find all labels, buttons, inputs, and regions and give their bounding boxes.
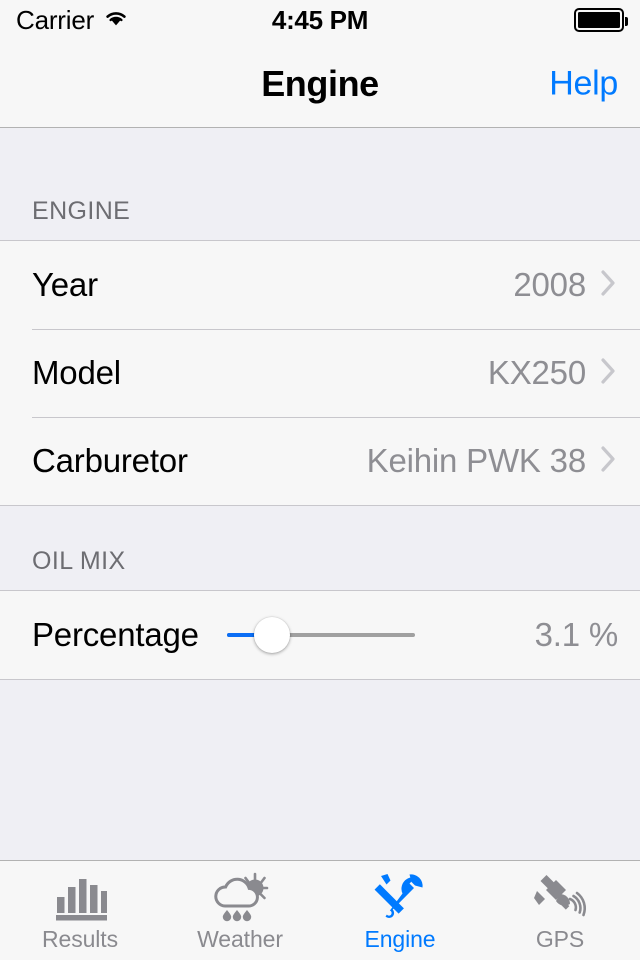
row-year[interactable]: Year 2008	[0, 241, 640, 329]
chevron-right-icon	[600, 356, 618, 391]
page-title: Engine	[261, 62, 379, 104]
status-bar-left: Carrier	[16, 5, 129, 36]
row-label: Model	[32, 354, 121, 391]
row-value: KX250	[487, 354, 586, 391]
tab-bar: Results Weather Engine GPS	[0, 860, 640, 960]
oil-mix-table-group: Percentage 3.1 %	[0, 590, 640, 680]
row-carburetor[interactable]: Carburetor Keihin PWK 38	[0, 417, 640, 505]
row-model[interactable]: Model KX250	[0, 329, 640, 417]
wrench-screwdriver-icon	[373, 870, 427, 926]
carrier-label: Carrier	[16, 4, 95, 35]
app-screen: Carrier 4:45 PM Engine Help ENGINE Year …	[0, 0, 640, 960]
row-accessory-group: 2008	[513, 266, 618, 304]
battery-full-icon	[574, 8, 628, 32]
row-value: 2008	[513, 266, 586, 303]
navigation-bar: Engine Help	[0, 40, 640, 128]
satellite-icon	[532, 870, 588, 926]
bar-chart-icon	[52, 870, 108, 926]
row-label: Carburetor	[32, 442, 188, 479]
percentage-value: 3.1 %	[534, 616, 619, 653]
chevron-right-icon	[600, 268, 618, 303]
row-accessory-group: Keihin PWK 38	[367, 442, 618, 480]
row-label: Percentage	[32, 616, 199, 653]
tab-weather[interactable]: Weather	[160, 861, 320, 960]
tab-label: Weather	[197, 926, 283, 952]
section-header-engine: ENGINE	[0, 128, 640, 240]
section-header-oil-mix: OIL MIX	[0, 506, 640, 590]
tab-engine[interactable]: Engine	[320, 861, 480, 960]
percentage-slider[interactable]	[226, 615, 415, 655]
cloud-sun-rain-icon	[211, 870, 269, 926]
tab-gps[interactable]: GPS	[480, 861, 640, 960]
wifi-icon	[103, 8, 129, 33]
chevron-right-icon	[600, 444, 618, 479]
slider-thumb[interactable]	[253, 617, 290, 653]
row-percentage: Percentage 3.1 %	[0, 591, 640, 679]
status-bar-right	[574, 8, 628, 32]
status-bar: Carrier 4:45 PM	[0, 0, 640, 40]
row-label: Year	[32, 266, 98, 303]
tab-results[interactable]: Results	[0, 861, 160, 960]
row-value: Keihin PWK 38	[366, 442, 587, 479]
engine-table-group: Year 2008 Model KX250 Carburetor Keihin …	[0, 240, 640, 506]
row-accessory-group: KX250	[488, 354, 618, 392]
tab-label: Results	[42, 926, 118, 952]
tab-label: GPS	[535, 926, 585, 952]
help-button[interactable]: Help	[549, 64, 618, 103]
tab-label: Engine	[364, 926, 436, 952]
settings-list: ENGINE Year 2008 Model KX250 Carburetor …	[0, 128, 640, 860]
